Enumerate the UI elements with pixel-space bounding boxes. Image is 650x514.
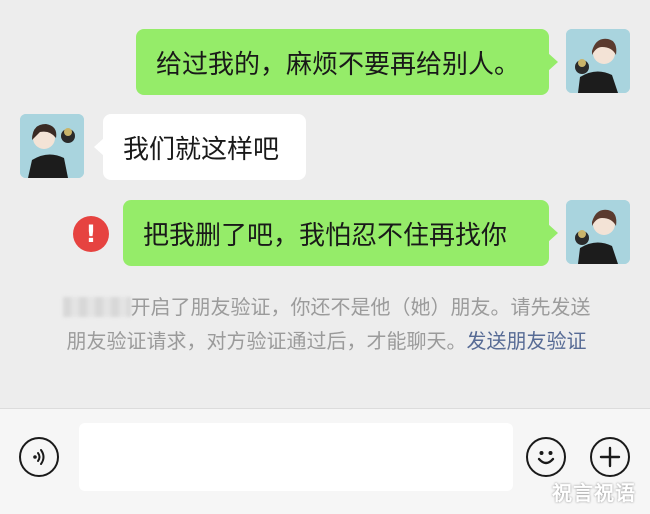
message-bubble-incoming[interactable]: 我们就这样吧 [94,114,306,180]
avatar-self[interactable] [566,29,630,93]
voice-icon [33,449,45,465]
message-text: 把我删了吧，我怕忍不住再找你 [143,220,508,251]
plus-icon [599,446,621,468]
message-text: 我们就这样吧 [123,134,280,165]
send-failed-icon[interactable]: ! [73,216,109,252]
avatar-self[interactable] [566,200,630,264]
message-text: 给过我的，麻烦不要再给别人。 [156,49,521,80]
voice-button[interactable] [19,437,59,477]
message-bubble-outgoing[interactable]: 给过我的，麻烦不要再给别人。 [136,29,558,95]
emoji-icon [537,451,555,465]
input-bar: 祝言祝语 [0,408,650,514]
send-verification-link[interactable]: 发送朋友验证 [467,329,587,353]
message-input[interactable] [79,423,513,491]
system-notice: 开启了朋友验证，你还不是他（她）朋友。请先发送朋友验证请求，对方验证通过后，才能… [54,290,599,358]
avatar-contact[interactable] [20,114,84,178]
more-button[interactable] [590,437,630,477]
message-bubble-outgoing[interactable]: 把我删了吧，我怕忍不住再找你 [123,200,558,266]
emoji-button[interactable] [526,437,566,477]
chat-area: 给过我的，麻烦不要再给别人。 我们就这样吧 ! 把我删了吧，我怕忍不住再找你 开… [0,0,650,408]
watermark: 祝言祝语 [552,481,636,505]
blurred-name [62,297,131,317]
